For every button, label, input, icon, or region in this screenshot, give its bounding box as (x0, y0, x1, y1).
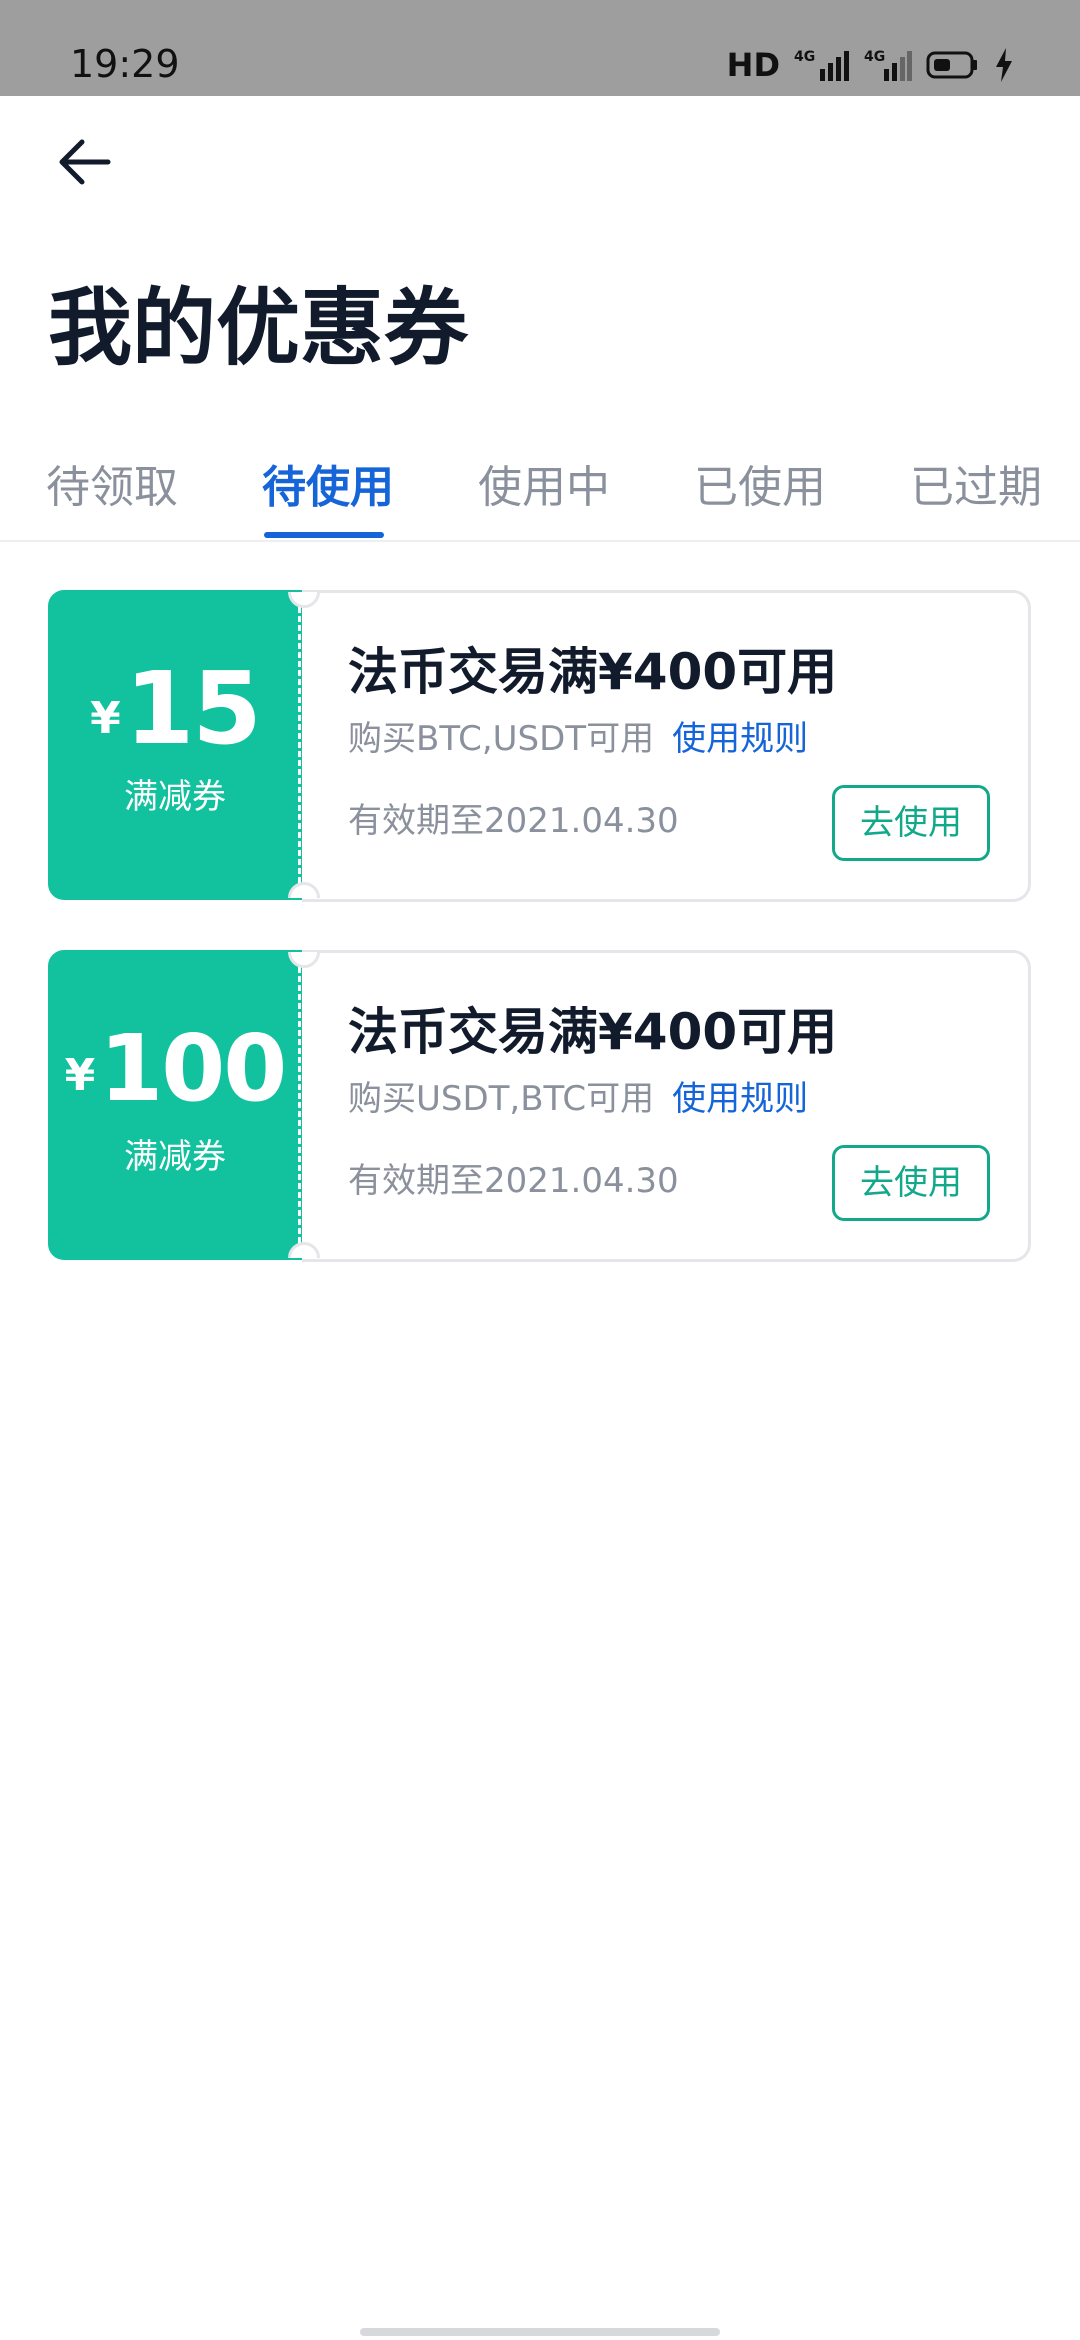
coupon-value: 15 (124, 650, 262, 767)
status-bar: 19:29 HD 4G 4G (0, 0, 1080, 96)
coupon-currency: ¥ (90, 693, 121, 744)
use-coupon-button[interactable]: 去使用 (832, 785, 990, 861)
coupon-currency: ¥ (64, 1050, 96, 1101)
coupon-tabs: 待领取 待使用 使用中 已使用 已过期 (0, 448, 1080, 542)
tab-used[interactable]: 已使用 (694, 458, 826, 518)
signal-4g-icon: 4G (794, 49, 849, 81)
tab-to-claim[interactable]: 待领取 (46, 458, 178, 518)
coupon-type: 满减券 (124, 1137, 226, 1177)
coupon-details: 法币交易满¥400可用 购买BTC,USDT可用 使用规则 有效期至2021.04… (302, 590, 1031, 902)
tab-in-use[interactable]: 使用中 (478, 458, 610, 518)
coupon-description: 购买BTC,USDT可用 使用规则 (348, 717, 808, 761)
svg-text:4G: 4G (864, 49, 885, 65)
coupon-perforation (298, 958, 301, 1252)
coupon-rules-link[interactable]: 使用规则 (672, 1079, 808, 1119)
coupon-amount: ¥15 (48, 654, 302, 793)
coupon-notch (288, 592, 320, 608)
coupon-expiry: 有效期至2021.04.30 (348, 801, 679, 841)
coupon-rules-link[interactable]: 使用规则 (672, 719, 808, 759)
battery-icon (926, 51, 977, 79)
coupon-type: 满减券 (124, 777, 226, 817)
charging-icon (996, 48, 1012, 82)
use-coupon-button[interactable]: 去使用 (832, 1145, 990, 1221)
coupon-description-text: 购买USDT,BTC可用 (348, 1079, 655, 1119)
coupon-amount: ¥100 (48, 1014, 302, 1150)
coupon-title: 法币交易满¥400可用 (348, 1003, 838, 1061)
status-icons: HD 4G 4G (727, 44, 1014, 86)
coupon-value: 100 (99, 1015, 287, 1122)
coupon-expiry: 有效期至2021.04.30 (348, 1161, 679, 1201)
coupon-title: 法币交易满¥400可用 (348, 643, 838, 701)
hd-label: HD (726, 46, 780, 84)
coupon-details: 法币交易满¥400可用 购买USDT,BTC可用 使用规则 有效期至2021.04… (302, 950, 1031, 1262)
back-button[interactable] (52, 130, 116, 194)
svg-text:4G: 4G (794, 49, 815, 65)
coupon-value-panel: ¥100 满减券 (48, 950, 302, 1260)
status-time: 19:29 (70, 42, 180, 86)
signal-4g-secondary-icon: 4G (864, 49, 912, 81)
coupon-value-panel: ¥15 满减券 (48, 590, 302, 900)
coupon-perforation (298, 598, 301, 892)
coupon-notch (288, 952, 320, 968)
home-indicator[interactable] (360, 2328, 720, 2336)
active-tab-indicator (264, 532, 384, 538)
page-title: 我的优惠券 (48, 279, 469, 377)
coupon-card: ¥100 满减券 法币交易满¥400可用 购买USDT,BTC可用 使用规则 有效… (48, 950, 1032, 1262)
tab-to-use[interactable]: 待使用 (262, 458, 394, 518)
coupon-card: ¥15 满减券 法币交易满¥400可用 购买BTC,USDT可用 使用规则 有效期… (48, 590, 1032, 902)
tab-expired[interactable]: 已过期 (910, 458, 1042, 518)
coupon-description-text: 购买BTC,USDT可用 (348, 719, 655, 759)
arrow-left-icon (59, 139, 111, 185)
coupon-description: 购买USDT,BTC可用 使用规则 (348, 1077, 808, 1121)
